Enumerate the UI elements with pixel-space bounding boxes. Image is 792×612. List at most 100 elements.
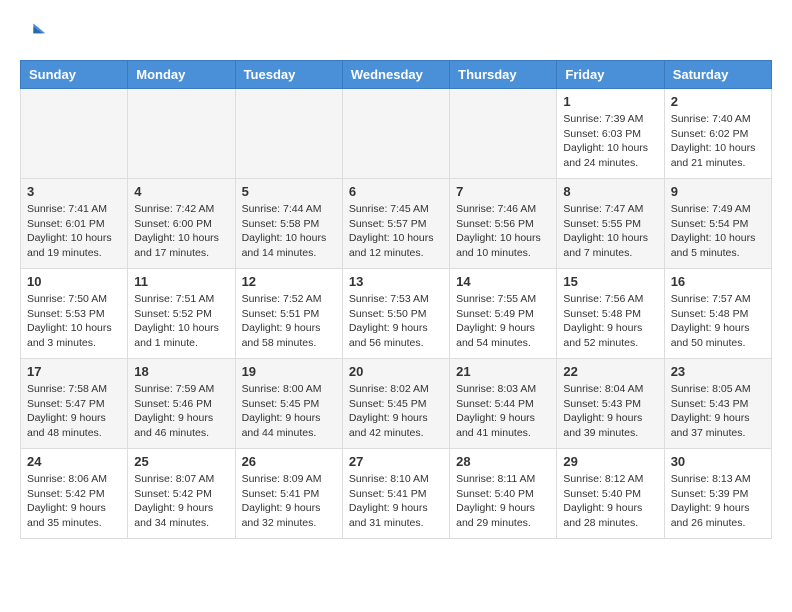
- day-number: 3: [27, 184, 121, 199]
- day-info: Sunrise: 7:51 AM Sunset: 5:52 PM Dayligh…: [134, 292, 228, 351]
- week-row-3: 10Sunrise: 7:50 AM Sunset: 5:53 PM Dayli…: [21, 269, 772, 359]
- day-info: Sunrise: 7:47 AM Sunset: 5:55 PM Dayligh…: [563, 202, 657, 261]
- day-number: 22: [563, 364, 657, 379]
- calendar-cell: 24 Sunrise: 8:06 AM Sunset: 5:42 PM Dayli…: [21, 449, 128, 539]
- day-info: Sunrise: 8:06 AM Sunset: 5:42 PM Dayligh…: [27, 472, 121, 531]
- logo: [20, 20, 52, 50]
- day-info: Sunrise: 7:57 AM Sunset: 5:48 PM Dayligh…: [671, 292, 765, 351]
- week-row-1: 1 Sunrise: 7:39 AM Sunset: 6:03 PM Daylig…: [21, 89, 772, 179]
- day-info: Sunrise: 8:09 AM Sunset: 5:41 PM Dayligh…: [242, 472, 336, 531]
- calendar-cell: 14 Sunrise: 7:55 AM Sunset: 5:49 PM Dayli…: [450, 269, 557, 359]
- calendar-cell: 29Sunrise: 8:12 AM Sunset: 5:40 PM Dayli…: [557, 449, 664, 539]
- day-info: Sunrise: 7:45 AM Sunset: 5:57 PM Dayligh…: [349, 202, 443, 261]
- day-info: Sunrise: 7:46 AM Sunset: 5:56 PM Dayligh…: [456, 202, 550, 261]
- calendar-cell: [450, 89, 557, 179]
- calendar-cell: 11 Sunrise: 7:51 AM Sunset: 5:52 PM Dayli…: [128, 269, 235, 359]
- calendar-cell: 9 Sunrise: 7:49 AM Sunset: 5:54 PM Daylig…: [664, 179, 771, 269]
- day-number: 13: [349, 274, 443, 289]
- weekday-header-monday: Monday: [128, 61, 235, 89]
- calendar-cell: 30Sunrise: 8:13 AM Sunset: 5:39 PM Dayli…: [664, 449, 771, 539]
- calendar-cell: 1 Sunrise: 7:39 AM Sunset: 6:03 PM Daylig…: [557, 89, 664, 179]
- day-info: Sunrise: 7:44 AM Sunset: 5:58 PM Dayligh…: [242, 202, 336, 261]
- day-number: 6: [349, 184, 443, 199]
- day-number: 26: [242, 454, 336, 469]
- day-info: Sunrise: 7:42 AM Sunset: 6:00 PM Dayligh…: [134, 202, 228, 261]
- week-row-2: 3 Sunrise: 7:41 AM Sunset: 6:01 PM Daylig…: [21, 179, 772, 269]
- day-info: Sunrise: 7:56 AM Sunset: 5:48 PM Dayligh…: [563, 292, 657, 351]
- calendar-cell: 26 Sunrise: 8:09 AM Sunset: 5:41 PM Dayli…: [235, 449, 342, 539]
- day-number: 19: [242, 364, 336, 379]
- calendar-cell: 7 Sunrise: 7:46 AM Sunset: 5:56 PM Daylig…: [450, 179, 557, 269]
- day-number: 24: [27, 454, 121, 469]
- day-info: Sunrise: 7:55 AM Sunset: 5:49 PM Dayligh…: [456, 292, 550, 351]
- weekday-header-saturday: Saturday: [664, 61, 771, 89]
- day-number: 17: [27, 364, 121, 379]
- day-info: Sunrise: 7:59 AM Sunset: 5:46 PM Dayligh…: [134, 382, 228, 441]
- day-number: 23: [671, 364, 765, 379]
- calendar-table: SundayMondayTuesdayWednesdayThursdayFrid…: [20, 60, 772, 539]
- calendar-cell: 28Sunrise: 8:11 AM Sunset: 5:40 PM Dayli…: [450, 449, 557, 539]
- calendar-cell: 4 Sunrise: 7:42 AM Sunset: 6:00 PM Daylig…: [128, 179, 235, 269]
- calendar-cell: 19 Sunrise: 8:00 AM Sunset: 5:45 PM Dayli…: [235, 359, 342, 449]
- weekday-header-tuesday: Tuesday: [235, 61, 342, 89]
- day-number: 9: [671, 184, 765, 199]
- day-info: Sunrise: 8:13 AM Sunset: 5:39 PM Dayligh…: [671, 472, 765, 531]
- calendar-cell: 3 Sunrise: 7:41 AM Sunset: 6:01 PM Daylig…: [21, 179, 128, 269]
- day-number: 7: [456, 184, 550, 199]
- day-info: Sunrise: 8:04 AM Sunset: 5:43 PM Dayligh…: [563, 382, 657, 441]
- week-row-5: 24 Sunrise: 8:06 AM Sunset: 5:42 PM Dayli…: [21, 449, 772, 539]
- calendar-cell: 6 Sunrise: 7:45 AM Sunset: 5:57 PM Daylig…: [342, 179, 449, 269]
- page-header: [20, 20, 772, 50]
- day-number: 11: [134, 274, 228, 289]
- day-info: Sunrise: 8:10 AM Sunset: 5:41 PM Dayligh…: [349, 472, 443, 531]
- calendar-cell: [21, 89, 128, 179]
- calendar-cell: 23Sunrise: 8:05 AM Sunset: 5:43 PM Dayli…: [664, 359, 771, 449]
- day-number: 5: [242, 184, 336, 199]
- day-number: 27: [349, 454, 443, 469]
- weekday-header-thursday: Thursday: [450, 61, 557, 89]
- calendar-cell: 20 Sunrise: 8:02 AM Sunset: 5:45 PM Dayli…: [342, 359, 449, 449]
- day-info: Sunrise: 7:41 AM Sunset: 6:01 PM Dayligh…: [27, 202, 121, 261]
- day-info: Sunrise: 7:52 AM Sunset: 5:51 PM Dayligh…: [242, 292, 336, 351]
- day-number: 1: [563, 94, 657, 109]
- calendar-cell: 13 Sunrise: 7:53 AM Sunset: 5:50 PM Dayli…: [342, 269, 449, 359]
- calendar-cell: 27 Sunrise: 8:10 AM Sunset: 5:41 PM Dayli…: [342, 449, 449, 539]
- calendar-cell: [342, 89, 449, 179]
- day-info: Sunrise: 7:50 AM Sunset: 5:53 PM Dayligh…: [27, 292, 121, 351]
- calendar-cell: 15Sunrise: 7:56 AM Sunset: 5:48 PM Dayli…: [557, 269, 664, 359]
- calendar-cell: 10Sunrise: 7:50 AM Sunset: 5:53 PM Dayli…: [21, 269, 128, 359]
- calendar-cell: 2 Sunrise: 7:40 AM Sunset: 6:02 PM Daylig…: [664, 89, 771, 179]
- calendar-cell: 25Sunrise: 8:07 AM Sunset: 5:42 PM Dayli…: [128, 449, 235, 539]
- day-number: 20: [349, 364, 443, 379]
- day-info: Sunrise: 7:40 AM Sunset: 6:02 PM Dayligh…: [671, 112, 765, 171]
- weekday-header-wednesday: Wednesday: [342, 61, 449, 89]
- day-info: Sunrise: 7:58 AM Sunset: 5:47 PM Dayligh…: [27, 382, 121, 441]
- calendar-cell: 18 Sunrise: 7:59 AM Sunset: 5:46 PM Dayli…: [128, 359, 235, 449]
- day-number: 18: [134, 364, 228, 379]
- day-info: Sunrise: 8:03 AM Sunset: 5:44 PM Dayligh…: [456, 382, 550, 441]
- day-info: Sunrise: 8:00 AM Sunset: 5:45 PM Dayligh…: [242, 382, 336, 441]
- day-number: 16: [671, 274, 765, 289]
- day-info: Sunrise: 7:39 AM Sunset: 6:03 PM Dayligh…: [563, 112, 657, 171]
- day-number: 25: [134, 454, 228, 469]
- calendar-cell: 22 Sunrise: 8:04 AM Sunset: 5:43 PM Dayli…: [557, 359, 664, 449]
- calendar-cell: 12 Sunrise: 7:52 AM Sunset: 5:51 PM Dayli…: [235, 269, 342, 359]
- day-number: 21: [456, 364, 550, 379]
- day-info: Sunrise: 8:02 AM Sunset: 5:45 PM Dayligh…: [349, 382, 443, 441]
- calendar-cell: 21 Sunrise: 8:03 AM Sunset: 5:44 PM Dayli…: [450, 359, 557, 449]
- day-number: 12: [242, 274, 336, 289]
- day-info: Sunrise: 8:11 AM Sunset: 5:40 PM Dayligh…: [456, 472, 550, 531]
- day-number: 8: [563, 184, 657, 199]
- day-info: Sunrise: 7:49 AM Sunset: 5:54 PM Dayligh…: [671, 202, 765, 261]
- day-number: 4: [134, 184, 228, 199]
- calendar-cell: 8 Sunrise: 7:47 AM Sunset: 5:55 PM Daylig…: [557, 179, 664, 269]
- calendar-cell: 16 Sunrise: 7:57 AM Sunset: 5:48 PM Dayli…: [664, 269, 771, 359]
- day-info: Sunrise: 7:53 AM Sunset: 5:50 PM Dayligh…: [349, 292, 443, 351]
- weekday-header-friday: Friday: [557, 61, 664, 89]
- calendar-cell: 5 Sunrise: 7:44 AM Sunset: 5:58 PM Daylig…: [235, 179, 342, 269]
- day-number: 29: [563, 454, 657, 469]
- calendar-cell: [128, 89, 235, 179]
- calendar-cell: 17 Sunrise: 7:58 AM Sunset: 5:47 PM Dayli…: [21, 359, 128, 449]
- day-number: 2: [671, 94, 765, 109]
- day-number: 14: [456, 274, 550, 289]
